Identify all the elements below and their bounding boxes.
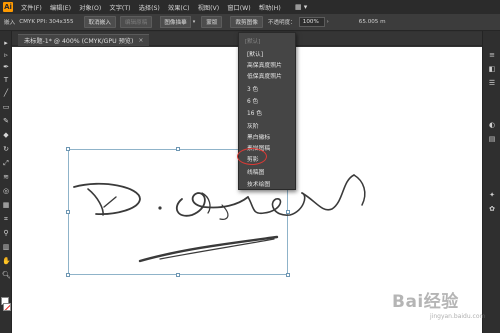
right-value[interactable]: 65.005 m <box>359 19 386 25</box>
menu-help[interactable]: 帮助(H) <box>259 3 281 12</box>
document-tab-title: 未标题-1* @ 400% (CMYK/GPU 预览) <box>24 38 134 45</box>
illustrator-window: Ai 文件(F) 编辑(E) 对象(O) 文字(T) 选择(S) 效果(C) 视… <box>0 0 500 333</box>
menu-header: [默认] <box>245 39 261 45</box>
hand-tool-icon[interactable]: ✋ <box>2 257 11 265</box>
mesh-tool-icon[interactable]: ⌗ <box>2 215 10 223</box>
mask-button[interactable]: 蒙版 <box>201 16 223 28</box>
menu-items: 文件(F) 编辑(E) 对象(O) 文字(T) 选择(S) 效果(C) 视图(V… <box>21 3 289 12</box>
document-tab[interactable]: 未标题-1* @ 400% (CMYK/GPU 预览) × <box>18 34 150 46</box>
shape-builder-icon[interactable]: ◎ <box>2 187 10 195</box>
perspective-grid-icon[interactable]: ▦ <box>2 201 10 209</box>
eyedropper-tool-icon[interactable]: ⚲ <box>2 229 10 237</box>
menu-item-line-art[interactable]: 线稿图 <box>247 167 264 176</box>
watermark-url: jingyan.baidu.com <box>430 313 486 320</box>
unembed-button[interactable]: 取消嵌入 <box>83 16 116 28</box>
menu-object[interactable]: 对象(O) <box>79 3 101 12</box>
line-tool-icon[interactable]: ╱ <box>2 89 10 97</box>
symbols-icon[interactable]: ✿ <box>488 205 496 213</box>
app-logo: Ai <box>3 2 13 12</box>
libraries-icon[interactable]: ☰ <box>488 79 496 87</box>
brushes-icon[interactable]: ✦ <box>488 191 496 199</box>
width-tool-icon[interactable]: ≋ <box>2 173 10 181</box>
baidu-watermark: Bai经验 jingyan.baidu.com <box>388 287 496 329</box>
menu-item-3-colors[interactable]: 3 色 <box>247 84 258 93</box>
graph-tool-icon[interactable]: ▥ <box>2 243 10 251</box>
menu-view[interactable]: 视图(V) <box>198 3 219 12</box>
menu-edit[interactable]: 编辑(E) <box>50 3 71 12</box>
menu-item-technical-drawing[interactable]: 技术绘图 <box>247 179 270 188</box>
menu-select[interactable]: 选择(S) <box>139 3 160 12</box>
pen-tool-icon[interactable]: ✒ <box>2 63 10 71</box>
menu-file[interactable]: 文件(F) <box>21 3 42 12</box>
menu-type[interactable]: 文字(T) <box>110 3 131 12</box>
menu-item-default[interactable]: [默认] <box>247 49 263 58</box>
image-trace-button[interactable]: 图像描摹 <box>160 16 191 28</box>
watermark-logo-text: Bai经验 <box>392 292 459 312</box>
crop-image-button[interactable]: 裁剪图像 <box>230 16 263 28</box>
embed-label: 嵌入 <box>4 20 16 26</box>
swatches-icon[interactable]: ▤ <box>488 135 496 143</box>
opacity-label: 不透明度： <box>267 20 296 26</box>
eraser-tool-icon[interactable]: ◆ <box>2 131 10 139</box>
menu-item-16-colors[interactable]: 16 色 <box>247 108 262 117</box>
stroke-swatch[interactable] <box>3 303 11 311</box>
close-icon[interactable]: × <box>138 37 143 44</box>
control-bar: 嵌入 CMYK PPI: 304x355 取消嵌入 编辑原稿 图像描摹 ▾ 蒙版… <box>0 14 500 31</box>
properties-icon[interactable]: ≡ <box>488 51 496 59</box>
menu-item-low-fidelity-photo[interactable]: 低保真度照片 <box>247 71 282 80</box>
menu-item-high-fidelity-photo[interactable]: 高保真度照片 <box>247 60 282 69</box>
type-tool-icon[interactable]: T <box>2 76 10 84</box>
tools-panel: ▸ ▹ ✒ T ╱ ▭ ✎ ◆ ↻ ⤢ ≋ ◎ ▦ ⌗ ⚲ ▥ ✋ 🔍︎ <box>0 31 12 333</box>
layers-icon[interactable]: ◧ <box>488 65 496 73</box>
edit-original-button[interactable]: 编辑原稿 <box>119 16 153 28</box>
highlight-circle <box>237 148 267 165</box>
rotate-tool-icon[interactable]: ↻ <box>2 145 10 153</box>
workspace-layout-icon[interactable]: ▦ ▾ <box>295 3 307 11</box>
zoom-tool-icon[interactable]: 🔍︎ <box>2 271 11 279</box>
trace-preset-dropdown-icon[interactable]: ▾ <box>193 19 196 25</box>
rectangle-tool-icon[interactable]: ▭ <box>2 103 10 111</box>
selection-tool-icon[interactable]: ▸ <box>2 39 10 47</box>
trace-preset-menu: [默认] [默认] 高保真度照片 低保真度照片 3 色 6 色 16 色 灰阶 … <box>238 32 296 190</box>
scale-tool-icon[interactable]: ⤢ <box>2 159 10 167</box>
opacity-field[interactable]: 100% <box>298 17 325 27</box>
direct-selection-icon[interactable]: ▹ <box>2 51 10 59</box>
color-icon[interactable]: ◐ <box>488 121 496 129</box>
image-info: CMYK PPI: 304x355 <box>19 19 74 25</box>
menu-window[interactable]: 窗口(W) <box>227 3 250 12</box>
opacity-dropdown-icon[interactable]: › <box>327 19 329 25</box>
menu-item-black-white-logo[interactable]: 黑白徽标 <box>247 132 270 141</box>
menu-effect[interactable]: 效果(C) <box>168 3 190 12</box>
paintbrush-tool-icon[interactable]: ✎ <box>2 117 10 125</box>
menu-bar: Ai 文件(F) 编辑(E) 对象(O) 文字(T) 选择(S) 效果(C) 视… <box>0 0 500 14</box>
menu-item-grayscale[interactable]: 灰阶 <box>247 121 259 130</box>
menu-item-6-colors[interactable]: 6 色 <box>247 96 258 105</box>
